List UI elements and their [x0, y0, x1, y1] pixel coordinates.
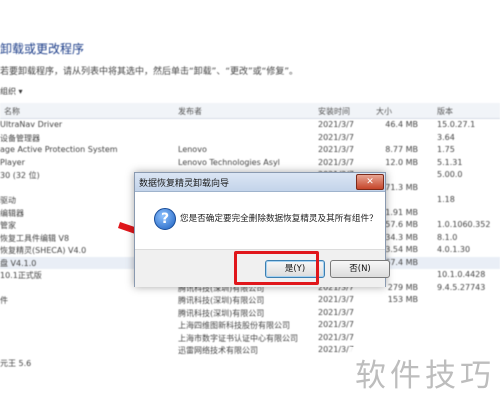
cell-name: 驱动 — [0, 196, 16, 205]
cell-publisher: 腾讯科技(深圳)有限公司 — [178, 296, 265, 305]
table-row[interactable]: age Active Protection System Lenovo 2021/3… — [0, 144, 500, 157]
table-row[interactable]: UltraNav Driver 2021/3/7 46.4 MB 15.0.27.1 — [0, 119, 500, 132]
cell-version: 3.64 — [437, 132, 455, 142]
close-button[interactable]: ✕ — [356, 174, 384, 190]
cell-date: 2021/3/7 — [318, 345, 354, 354]
cell-name: 恢复工具件编辑 V8 — [0, 233, 70, 243]
cell-version: 15.0.27.1 — [437, 120, 476, 129]
cell-name: 设备管理器 — [0, 133, 40, 143]
col-publisher[interactable]: 发布者 — [178, 106, 202, 117]
table-row[interactable]: 上海四维图新科技股份有限公司 2021/3/7 — [0, 319, 500, 332]
cell-publisher: Lenovo Technologies Asyl — [178, 157, 280, 167]
cell-name: 件 — [0, 296, 8, 305]
cell-version: 9.4.5.27743 — [437, 282, 486, 292]
cell-publisher: 上海市数字证书认证中心有限公司 — [178, 333, 298, 343]
cell-size: 46.4 MB — [385, 120, 418, 129]
cell-name: Player — [0, 157, 25, 167]
cell-date: 2021/3/7 — [318, 307, 354, 317]
page-title: 卸载或更改程序 — [0, 42, 85, 56]
cell-version: 5.00.0 — [437, 170, 463, 179]
table-row[interactable]: 设备管理器 2021/3/7 3.64 — [0, 132, 500, 145]
cell-date: 2021/3/7 — [318, 332, 354, 342]
col-size[interactable]: 大小 — [376, 106, 392, 117]
table-row[interactable]: 件 腾讯科技(深圳)有限公司 2021/3/7 153 MB — [0, 294, 500, 307]
cell-name: UltraNav Driver — [0, 120, 63, 129]
cell-size: 8.77 MB — [385, 145, 418, 154]
cell-version: 8.1.0 — [437, 232, 458, 242]
table-header: 名称 发布者 安装时间 大小 版本 — [0, 103, 500, 119]
cell-version: 1.0.1060.352 — [437, 220, 491, 229]
cell-name: 管家 — [0, 221, 16, 230]
watermark: 软件技巧 — [350, 347, 500, 405]
cell-date: 2021/3/7 — [318, 120, 354, 129]
cell-publisher: Lenovo — [178, 145, 207, 154]
cell-version: 1.18 — [437, 195, 455, 204]
cell-name: 恢复精灵(SHECA) V4.0 — [0, 246, 87, 255]
dialog-title: 数据恢复精灵卸载向导 — [139, 179, 230, 189]
dialog-titlebar: 数据恢复精灵卸载向导 ✕ — [135, 173, 385, 192]
cell-size: 153 MB — [387, 295, 418, 304]
question-icon: ? — [154, 208, 176, 230]
cell-version: 10.1.0.4428 — [437, 270, 486, 279]
cell-name: age Active Protection System — [0, 145, 118, 154]
cell-publisher: 上海四维图新科技股份有限公司 — [178, 321, 290, 330]
cell-date: 2021/3/7 — [318, 157, 354, 167]
cell-version: 4.0.1.30 — [437, 245, 471, 254]
cell-name: 编辑器 — [0, 208, 24, 218]
cell-name: 10.1正式版 — [0, 271, 42, 280]
cell-name: 30 (32 位) — [0, 171, 40, 180]
page-description: 若要卸载程序，请从列表中将其选中，然后单击“卸载”、“更改”或“修复”。 — [0, 67, 298, 77]
table-row[interactable]: 上海市数字证书认证中心有限公司 2021/3/7 — [0, 332, 500, 345]
cell-date: 2021/3/7 — [318, 132, 354, 142]
col-version[interactable]: 版本 — [437, 106, 453, 117]
cell-date: 2021/3/7 — [318, 320, 354, 329]
table-row[interactable]: Player Lenovo Technologies Asyl 2021/3/7 12… — [0, 157, 500, 170]
col-date[interactable]: 安装时间 — [318, 106, 350, 117]
no-button[interactable]: 否(N) — [330, 260, 390, 278]
highlight-box — [234, 251, 319, 285]
col-name[interactable]: 名称 — [4, 106, 20, 117]
table-row[interactable]: 腾讯科技(深圳)有限公司 2021/3/7 — [0, 307, 500, 320]
cell-date: 2021/3/7 — [318, 295, 354, 304]
cell-publisher: 迅雷网络技术有限公司 — [178, 346, 258, 355]
cell-name: 盘 V4.1.0 — [0, 258, 37, 268]
cell-date: 2021/3/7 — [318, 145, 354, 154]
cell-name: 元王 5.6 — [0, 358, 32, 368]
cell-publisher: 腾讯科技(深圳)有限公司 — [178, 308, 265, 318]
cell-version: 5.1.31 — [437, 157, 463, 167]
dialog-message: 您是否确定要完全删除数据恢复精灵及其所有组件？ — [180, 214, 378, 224]
cell-size: 12.0 MB — [385, 157, 418, 167]
organize-menu[interactable]: 组织 ▾ — [0, 86, 23, 97]
cell-version: 1.75 — [437, 145, 455, 154]
